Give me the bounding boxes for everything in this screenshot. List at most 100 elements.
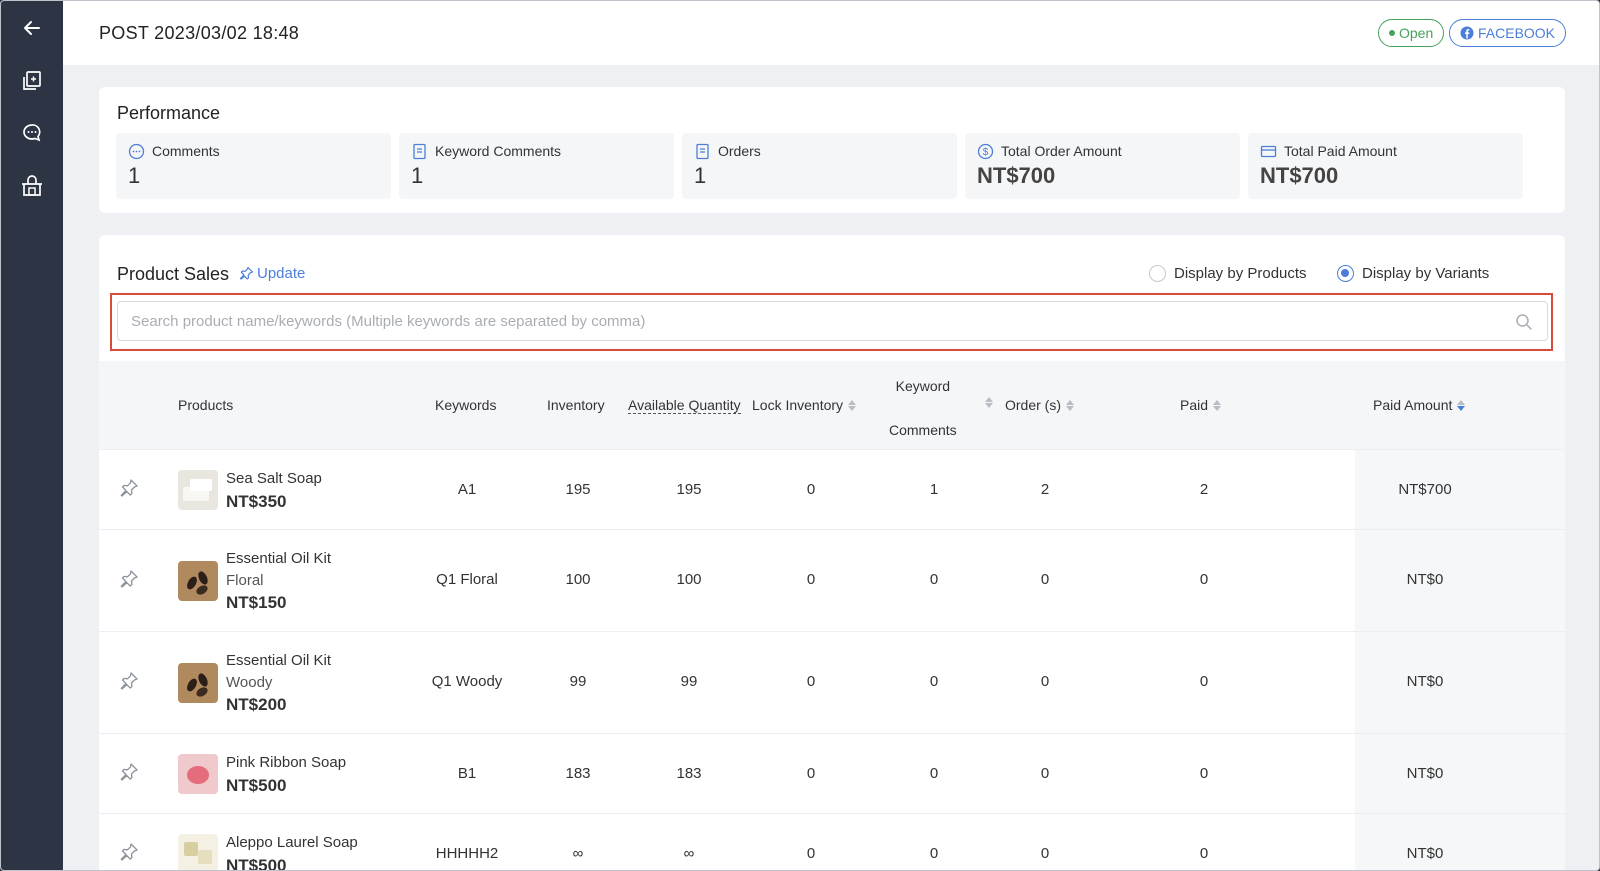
store-icon[interactable] bbox=[17, 171, 47, 201]
product-name: Essential Oil Kit bbox=[226, 550, 332, 567]
col-lock-inventory[interactable]: Lock Inventory bbox=[752, 397, 857, 413]
product-price: NT$200 bbox=[226, 695, 287, 714]
product-name: Aleppo Laurel Soap bbox=[226, 834, 358, 851]
display-by-variants-radio[interactable]: Display by Variants bbox=[1337, 265, 1489, 282]
document-icon bbox=[696, 143, 709, 160]
document-icon bbox=[413, 143, 426, 160]
svg-text:$: $ bbox=[983, 147, 989, 158]
cell-keyword-comments: 1 bbox=[929, 481, 939, 498]
table-row: Essential Oil Kit Floral NT$150 Q1 Flora… bbox=[99, 529, 1565, 631]
paid-amount-column bbox=[1355, 632, 1565, 733]
sort-icon bbox=[1213, 399, 1222, 411]
col-available-quantity-label: Available Quantity bbox=[628, 397, 741, 414]
status-badge: Open bbox=[1378, 19, 1445, 47]
stat-label: Total Order Amount bbox=[1001, 143, 1122, 159]
pin-icon[interactable] bbox=[119, 478, 139, 498]
paid-amount-column bbox=[1355, 734, 1565, 813]
col-paid-label: Paid bbox=[1180, 397, 1209, 413]
col-orders[interactable]: Order (s) bbox=[1005, 397, 1074, 413]
update-label: Update bbox=[257, 265, 306, 282]
cell-orders: 0 bbox=[1040, 673, 1050, 690]
platform-badge[interactable]: FACEBOOK bbox=[1449, 19, 1567, 47]
product-price: NT$500 bbox=[226, 776, 287, 795]
cell-lock: 0 bbox=[806, 673, 816, 690]
col-paid-amount[interactable]: Paid Amount bbox=[1373, 397, 1466, 413]
stat-label: Total Paid Amount bbox=[1284, 143, 1397, 159]
paid-amount-column bbox=[1355, 450, 1565, 529]
app-window: POST 2023/03/02 18:48 Open FACEBOOK Perf… bbox=[0, 0, 1600, 871]
product-price: NT$500 bbox=[226, 856, 287, 871]
stat-value: NT$700 bbox=[977, 163, 1056, 188]
product-price: NT$150 bbox=[226, 593, 287, 612]
product-variant: Woody bbox=[226, 674, 273, 691]
pin-icon[interactable] bbox=[119, 671, 139, 691]
cell-keyword: B1 bbox=[457, 765, 477, 782]
cell-lock: 0 bbox=[806, 845, 816, 862]
cell-keyword: HHHHH2 bbox=[435, 845, 499, 862]
cell-paid: 0 bbox=[1199, 765, 1209, 782]
table-row: Pink Ribbon Soap NT$500 B1 183 183 0 0 0… bbox=[99, 733, 1565, 813]
cell-paid: 0 bbox=[1199, 571, 1209, 588]
pin-icon bbox=[239, 266, 254, 280]
stat-total-order-amount: $ Total Order Amount NT$700 bbox=[965, 133, 1240, 199]
stat-orders: Orders 1 bbox=[682, 133, 957, 199]
posts-icon[interactable] bbox=[17, 66, 47, 96]
product-name: Pink Ribbon Soap bbox=[226, 754, 347, 771]
cell-orders: 2 bbox=[1040, 481, 1050, 498]
card-icon bbox=[1260, 145, 1277, 158]
sort-icon bbox=[1457, 399, 1466, 411]
display-by-products-radio[interactable]: Display by Products bbox=[1149, 265, 1307, 282]
stat-comments: Comments 1 bbox=[116, 133, 391, 199]
search-icon[interactable] bbox=[1515, 313, 1533, 331]
pin-icon[interactable] bbox=[119, 569, 139, 589]
col-orders-label: Order (s) bbox=[1005, 397, 1061, 413]
stat-total-paid-amount: Total Paid Amount NT$700 bbox=[1248, 133, 1523, 199]
col-paid[interactable]: Paid bbox=[1180, 397, 1222, 413]
cell-paid: 2 bbox=[1199, 481, 1209, 498]
pin-icon[interactable] bbox=[119, 762, 139, 782]
sort-keyword-comments[interactable] bbox=[985, 397, 993, 408]
cell-available: 100 bbox=[676, 571, 702, 588]
cell-available: 195 bbox=[676, 481, 702, 498]
chat-icon[interactable] bbox=[17, 118, 47, 148]
col-available-quantity[interactable]: Available Quantity bbox=[628, 397, 741, 414]
dollar-icon: $ bbox=[977, 143, 994, 160]
display-by-variants-label: Display by Variants bbox=[1362, 265, 1490, 282]
col-keyword-comments-line1: Keyword bbox=[895, 378, 951, 394]
col-keyword-comments-line2: Comments bbox=[889, 422, 957, 438]
cell-inventory: 99 bbox=[569, 673, 587, 690]
product-variant: Floral bbox=[226, 572, 264, 589]
product-thumbnail bbox=[178, 834, 218, 870]
table-row: Aleppo Laurel Soap NT$500 HHHHH2 ∞ ∞ 0 0… bbox=[99, 813, 1565, 871]
col-lock-inventory-label: Lock Inventory bbox=[752, 397, 844, 413]
cell-paid-amount: NT$0 bbox=[1406, 765, 1444, 782]
product-thumbnail bbox=[178, 561, 218, 601]
radio-off-icon bbox=[1149, 265, 1166, 282]
stat-label: Keyword Comments bbox=[435, 143, 562, 159]
stat-value: 1 bbox=[694, 163, 707, 188]
facebook-icon bbox=[1460, 26, 1474, 40]
product-price: NT$350 bbox=[226, 492, 287, 511]
search-input[interactable] bbox=[118, 302, 1547, 340]
back-arrow-icon[interactable] bbox=[17, 13, 47, 43]
platform-label: FACEBOOK bbox=[1478, 25, 1556, 41]
table-row: Essential Oil Kit Woody NT$200 Q1 Woody … bbox=[99, 631, 1565, 733]
comment-icon bbox=[128, 143, 145, 160]
col-inventory: Inventory bbox=[547, 397, 605, 413]
cell-available: ∞ bbox=[683, 845, 695, 862]
cell-paid: 0 bbox=[1199, 845, 1209, 862]
cell-orders: 0 bbox=[1040, 765, 1050, 782]
pin-icon[interactable] bbox=[119, 842, 139, 862]
col-products: Products bbox=[178, 397, 234, 413]
product-name: Sea Salt Soap bbox=[226, 470, 322, 487]
radio-on-icon bbox=[1337, 265, 1354, 282]
status-label: Open bbox=[1399, 25, 1434, 41]
stat-keyword-comments: Keyword Comments 1 bbox=[399, 133, 674, 199]
cell-available: 99 bbox=[680, 673, 698, 690]
col-keyword-comments: Keyword Comments bbox=[889, 375, 957, 441]
cell-paid-amount: NT$0 bbox=[1406, 673, 1444, 690]
performance-title: Performance bbox=[117, 103, 221, 123]
paid-amount-column bbox=[1355, 814, 1565, 870]
search-box bbox=[117, 301, 1548, 341]
update-button[interactable]: Update bbox=[239, 265, 305, 282]
